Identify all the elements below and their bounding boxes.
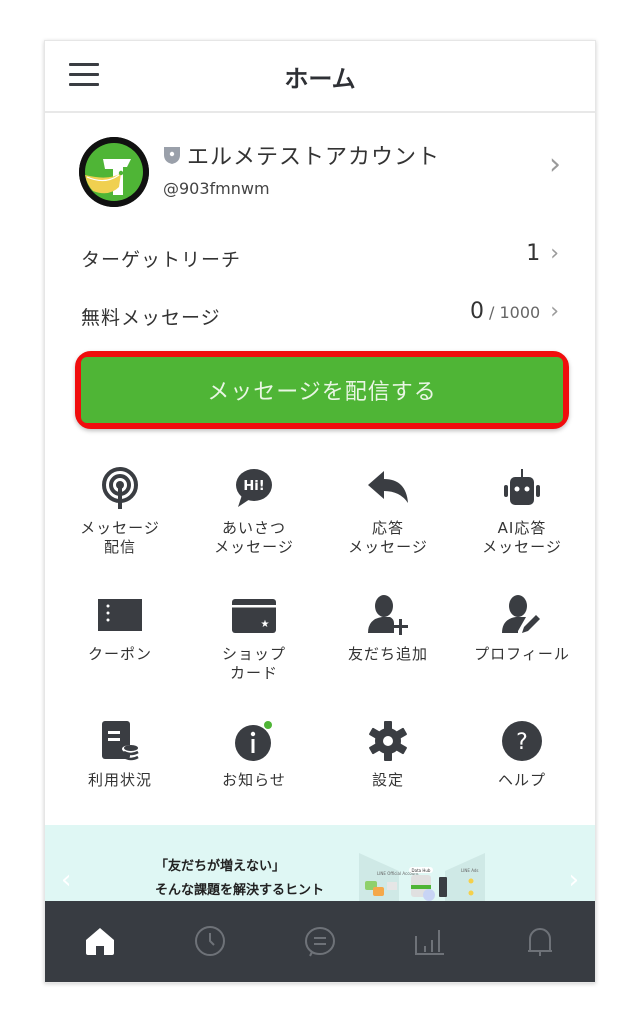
hi-speech-bubble-icon: Hi! — [236, 469, 272, 507]
nav-notifications[interactable] — [485, 901, 595, 982]
menu-tile-label: 設定 — [371, 771, 404, 789]
svg-text:Hi!: Hi! — [243, 479, 264, 494]
info-icon — [235, 721, 272, 761]
menu-tile-greeting[interactable]: Hi! あいさつ メッセージ — [187, 461, 321, 587]
add-friend-icon — [368, 595, 408, 635]
account-card[interactable]: エルメテストアカウント @903fmnwm › — [45, 129, 595, 209]
bar-chart-icon — [415, 929, 444, 955]
menu-tile-coupon[interactable]: クーポン — [53, 587, 187, 713]
chevron-right-icon: › — [550, 299, 559, 324]
account-avatar — [79, 137, 149, 207]
home-icon — [86, 927, 114, 955]
menu-tile-label: ショップ カード — [221, 645, 286, 682]
menu-tile-label: あいさつ メッセージ — [214, 519, 294, 556]
menu-tile-label: プロフィール — [474, 645, 570, 663]
menu-tile-settings[interactable]: 設定 — [321, 713, 455, 839]
menu-tile-auto-reply[interactable]: 応答 メッセージ — [321, 461, 455, 587]
banner-text: 「友だちが増えない」 そんな課題を解決するヒント — [155, 855, 324, 903]
chat-bubble-icon — [304, 926, 335, 956]
menu-tile-help[interactable]: ? ヘルプ — [455, 713, 589, 839]
chevron-right-icon: › — [550, 241, 559, 266]
target-reach-row[interactable]: ターゲットリーチ 1 › — [81, 239, 559, 279]
promo-banner[interactable]: ‹ 「友だちが増えない」 そんな課題を解決するヒント LINE Official… — [45, 825, 595, 909]
header: ホーム — [45, 41, 595, 113]
menu-tile-add-friend[interactable]: 友だち追加 — [321, 587, 455, 713]
usage-icon — [102, 721, 140, 761]
nav-timeline[interactable] — [155, 901, 265, 982]
nav-analytics[interactable] — [375, 901, 485, 982]
send-message-button[interactable]: メッセージを配信する — [81, 357, 563, 423]
nav-home[interactable] — [45, 901, 155, 982]
notification-dot — [264, 721, 272, 729]
free-messages-value: 0 — [469, 299, 484, 324]
help-icon: ? — [502, 721, 542, 761]
bell-icon — [528, 927, 552, 956]
banner-line-1: 「友だちが増えない」 — [155, 859, 286, 874]
menu-tile-broadcast[interactable]: メッセージ 配信 — [53, 461, 187, 587]
svg-text:?: ? — [516, 730, 528, 755]
svg-text:Data Hub: Data Hub — [412, 868, 431, 873]
gear-icon — [369, 721, 407, 761]
free-messages-max: / 1000 — [488, 303, 541, 322]
menu-tile-label: クーポン — [87, 645, 152, 663]
menu-tile-label: ヘルプ — [497, 771, 546, 789]
banner-next-arrow[interactable]: › — [569, 865, 579, 895]
menu-tile-news[interactable]: お知らせ — [187, 713, 321, 839]
bottom-nav — [45, 901, 595, 982]
target-reach-label: ターゲットリーチ — [81, 249, 242, 271]
menu-tile-label: お知らせ — [222, 771, 286, 789]
clock-icon — [195, 925, 225, 956]
menu-grid: メッセージ 配信 Hi! あいさつ メッセージ 応答 メッセージ AI応答 メッ… — [53, 461, 589, 839]
shield-badge-icon — [164, 147, 180, 164]
free-messages-row[interactable]: 無料メッセージ 0 / 1000 › — [81, 297, 559, 337]
account-name: エルメテストアカウント — [187, 145, 441, 170]
menu-tile-label: 友だち追加 — [347, 645, 428, 663]
menu-tile-label: 利用状況 — [87, 771, 152, 789]
banner-line-2: そんな課題を解決するヒント — [155, 883, 325, 898]
coupon-icon — [98, 599, 142, 631]
svg-text:LINE Ads: LINE Ads — [461, 868, 479, 873]
phone-screen: ホーム エルメテストアカウント @903fmnwm › ターゲットリーチ 1 ›… — [44, 40, 596, 983]
shop-card-icon: ★ — [232, 599, 276, 633]
free-messages-label: 無料メッセージ — [81, 307, 221, 329]
menu-tile-label: AI応答 メッセージ — [482, 519, 562, 556]
menu-tile-shop-card[interactable]: ★ ショップ カード — [187, 587, 321, 713]
menu-tile-label: 応答 メッセージ — [348, 519, 428, 556]
target-reach-value: 1 — [526, 241, 541, 266]
edit-profile-icon — [502, 595, 540, 633]
menu-tile-usage[interactable]: 利用状況 — [53, 713, 187, 839]
account-id: @903fmnwm — [163, 179, 270, 198]
reply-arrow-icon — [368, 471, 408, 503]
robot-icon — [504, 469, 540, 505]
svg-text:★: ★ — [261, 619, 270, 630]
send-button-highlight: メッセージを配信する — [75, 351, 569, 429]
menu-tile-ai-reply[interactable]: AI応答 メッセージ — [455, 461, 589, 587]
banner-prev-arrow[interactable]: ‹ — [61, 865, 71, 895]
broadcast-icon — [102, 467, 138, 509]
nav-chat[interactable] — [265, 901, 375, 982]
chevron-right-icon: › — [549, 147, 561, 182]
menu-tile-label: メッセージ 配信 — [80, 519, 160, 556]
menu-tile-profile[interactable]: プロフィール — [455, 587, 589, 713]
page-title: ホーム — [284, 65, 356, 93]
